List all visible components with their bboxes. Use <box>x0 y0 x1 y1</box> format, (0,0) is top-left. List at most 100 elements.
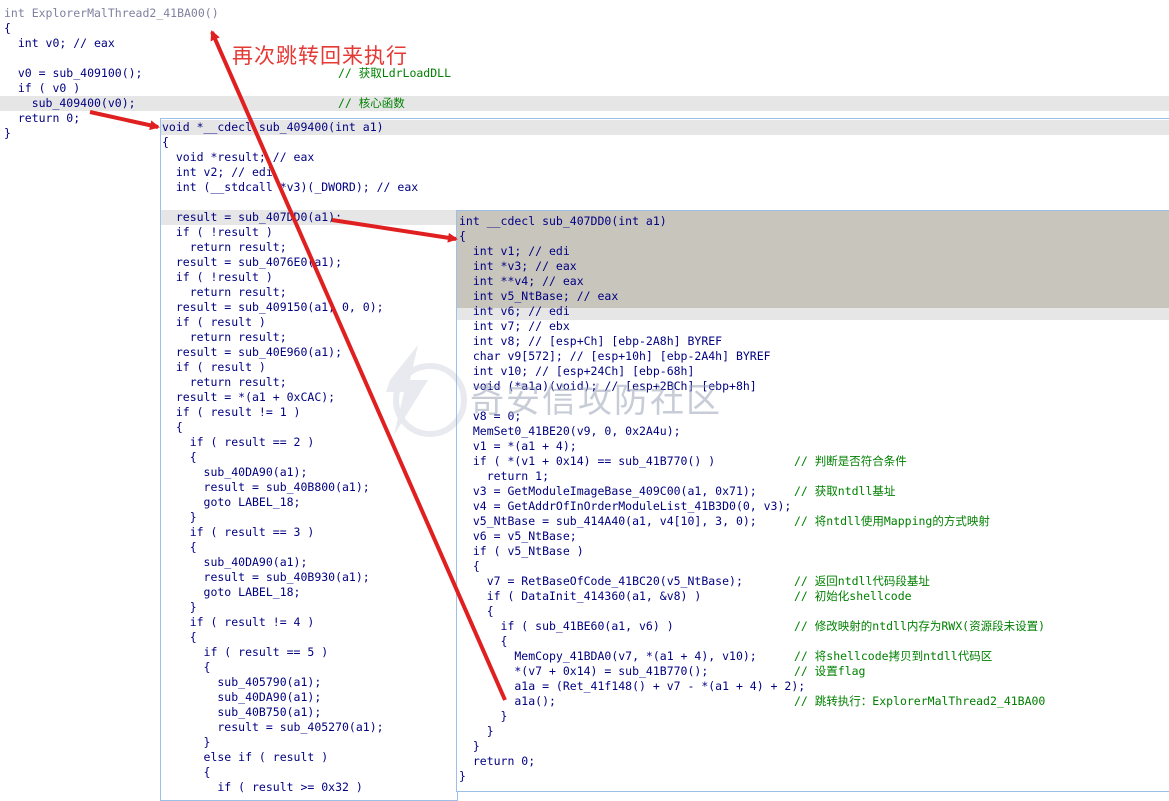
code-line[interactable]: { <box>161 450 457 465</box>
code-line[interactable]: } <box>457 724 1169 739</box>
code-line[interactable]: { <box>457 604 1169 619</box>
code-line[interactable]: int v0; // eax <box>0 36 1169 51</box>
code-line[interactable]: { <box>161 135 1169 150</box>
code-line[interactable]: if ( result != 4 ) <box>161 615 457 630</box>
code-line[interactable]: return result; <box>161 240 457 255</box>
code-line[interactable]: v1 = *(a1 + 4); <box>457 439 1169 454</box>
code-text: { <box>162 765 211 779</box>
code-comment: // 修改映射的ntdll内存为RWX(资源段未设置) <box>794 619 1046 633</box>
code-line[interactable]: result = sub_405270(a1); <box>161 720 457 735</box>
code-line[interactable]: else if ( result ) <box>161 750 457 765</box>
code-text: goto LABEL_18; <box>162 585 301 599</box>
code-line[interactable]: if ( !result ) <box>161 270 457 285</box>
code-text: *(v7 + 0x14) = sub_41B770(); <box>459 664 709 678</box>
code-line[interactable] <box>0 51 1169 66</box>
code-line[interactable]: } <box>457 709 1169 724</box>
code-line[interactable]: if ( result >= 0x32 ) <box>161 780 457 795</box>
code-text: int v2; // edi <box>162 165 273 179</box>
code-text: return 0; <box>4 111 81 125</box>
code-line[interactable]: v4 = GetAddrOfInOrderModuleList_41B3D0(0… <box>457 499 1169 514</box>
code-line[interactable]: sub_40DA90(a1); <box>161 555 457 570</box>
code-line[interactable]: { <box>457 634 1169 649</box>
code-line[interactable]: { <box>457 229 1169 244</box>
code-text: } <box>162 600 197 614</box>
code-text: return result; <box>162 330 287 344</box>
code-line[interactable]: sub_40DA90(a1); <box>161 465 457 480</box>
code-text: v1 = *(a1 + 4); <box>459 439 577 453</box>
code-line[interactable]: v3 = GetModuleImageBase_409C00(a1, 0x71)… <box>457 484 1169 499</box>
code-line[interactable]: { <box>161 540 457 555</box>
code-line[interactable]: if ( !result ) <box>161 225 457 240</box>
code-line[interactable]: { <box>0 21 1169 36</box>
code-line[interactable]: if ( v0 ) <box>0 81 1169 96</box>
code-line[interactable]: if ( result ) <box>161 315 457 330</box>
code-line[interactable]: int v1; // edi <box>457 244 1169 259</box>
code-line[interactable]: { <box>161 660 457 675</box>
code-line[interactable]: if ( result == 3 ) <box>161 525 457 540</box>
code-line[interactable]: goto LABEL_18; <box>161 585 457 600</box>
code-line[interactable]: result = sub_409150(a1, 0, 0); <box>161 300 457 315</box>
code-comment: // 跳转执行：ExplorerMalThread2_41BA00 <box>794 694 1046 708</box>
code-line[interactable]: } <box>161 510 457 525</box>
code-line[interactable]: v0 = sub_409100();// 获取LdrLoadDLL <box>0 66 1169 81</box>
code-text: result = *(a1 + 0xCAC); <box>162 390 336 404</box>
code-line[interactable]: } <box>457 739 1169 754</box>
code-line[interactable]: MemCopy_41BDA0(v7, *(a1 + 4), v10); // 将s… <box>457 649 1169 664</box>
code-line[interactable]: int v7; // ebx <box>457 319 1169 334</box>
code-line[interactable]: return 0; <box>457 754 1169 769</box>
code-line[interactable]: if ( *(v1 + 0x14) == sub_41B770() ) // 判断… <box>457 454 1169 469</box>
code-text: result = sub_405270(a1); <box>162 720 384 734</box>
code-text: if ( result >= 0x32 ) <box>162 780 363 794</box>
code-line[interactable]: { <box>161 630 457 645</box>
code-line[interactable]: a1a = (Ret_41f148() + v7 - *(a1 + 4) + 2… <box>457 679 1169 694</box>
code-text: sub_409400(v0); <box>4 96 136 110</box>
code-line[interactable]: int v5_NtBase; // eax <box>457 289 1169 304</box>
code-line[interactable]: sub_405790(a1); <box>161 675 457 690</box>
code-line[interactable]: return 1; <box>457 469 1169 484</box>
code-line[interactable]: *(v7 + 0x14) = sub_41B770(); // 设置flag <box>457 664 1169 679</box>
code-line[interactable]: if ( v5_NtBase ) <box>457 544 1169 559</box>
code-text: int v5_NtBase; // eax <box>459 289 619 303</box>
code-line[interactable]: if ( DataInit_414360(a1, &v8) ) // 初始化she… <box>457 589 1169 604</box>
code-comment: // 将shellcode拷贝到ntdll代码区 <box>794 649 993 663</box>
code-line[interactable]: result = sub_40B800(a1); <box>161 480 457 495</box>
code-text: } <box>459 739 480 753</box>
code-line[interactable]: if ( result == 5 ) <box>161 645 457 660</box>
code-line[interactable]: } <box>161 600 457 615</box>
code-text: result = sub_407DD0(a1); <box>162 210 343 224</box>
code-line[interactable]: goto LABEL_18; <box>161 495 457 510</box>
code-line[interactable]: result = sub_40B930(a1); <box>161 570 457 585</box>
code-text: MemCopy_41BDA0(v7, *(a1 + 4), v10); <box>459 649 757 663</box>
code-panel-sub-407dd0: int __cdecl sub_407DD0(int a1){ int v1; … <box>456 210 1169 792</box>
code-line[interactable]: int __cdecl sub_407DD0(int a1) <box>457 214 1169 229</box>
code-line[interactable]: int **v4; // eax <box>457 274 1169 289</box>
code-line[interactable]: int v2; // edi <box>161 165 1169 180</box>
code-line[interactable]: result = sub_4076E0(a1); <box>161 255 457 270</box>
code-text: if ( result != 4 ) <box>162 615 315 629</box>
code-line[interactable]: { <box>457 559 1169 574</box>
code-line[interactable]: if ( sub_41BE60(a1, v6) ) // 修改映射的ntdll内存… <box>457 619 1169 634</box>
code-comment: // 判断是否符合条件 <box>794 454 907 468</box>
code-line[interactable]: a1a(); // 跳转执行：ExplorerMalThread2_41BA00 <box>457 694 1169 709</box>
code-line[interactable]: int v6; // edi <box>457 304 1169 319</box>
code-line[interactable]: void *__cdecl sub_409400(int a1) <box>161 120 1169 135</box>
code-line[interactable]: void *result; // eax <box>161 150 1169 165</box>
code-line[interactable]: int ExplorerMalThread2_41BA00() <box>0 6 1169 21</box>
code-line[interactable]: { <box>161 765 457 780</box>
code-line[interactable]: } <box>161 735 457 750</box>
code-line[interactable]: int (__stdcall *v3)(_DWORD); // eax <box>161 180 1169 195</box>
code-comment: // 设置flag <box>794 664 866 678</box>
code-text: return 1; <box>459 469 550 483</box>
code-line[interactable]: int *v3; // eax <box>457 259 1169 274</box>
code-line[interactable]: v5_NtBase = sub_414A40(a1, v4[10], 3, 0)… <box>457 514 1169 529</box>
code-line[interactable]: sub_40DA90(a1); <box>161 690 457 705</box>
code-line[interactable]: v7 = RetBaseOfCode_41BC20(v5_NtBase); // … <box>457 574 1169 589</box>
code-text: { <box>459 229 466 243</box>
code-line[interactable]: } <box>457 769 1169 784</box>
code-text: } <box>162 735 211 749</box>
code-line[interactable]: sub_40B750(a1); <box>161 705 457 720</box>
code-line[interactable]: v6 = v5_NtBase; <box>457 529 1169 544</box>
code-line[interactable]: return result; <box>161 285 457 300</box>
code-line[interactable]: sub_409400(v0); // 核心函数 <box>0 96 1169 111</box>
code-line[interactable]: result = sub_407DD0(a1); <box>161 210 457 225</box>
